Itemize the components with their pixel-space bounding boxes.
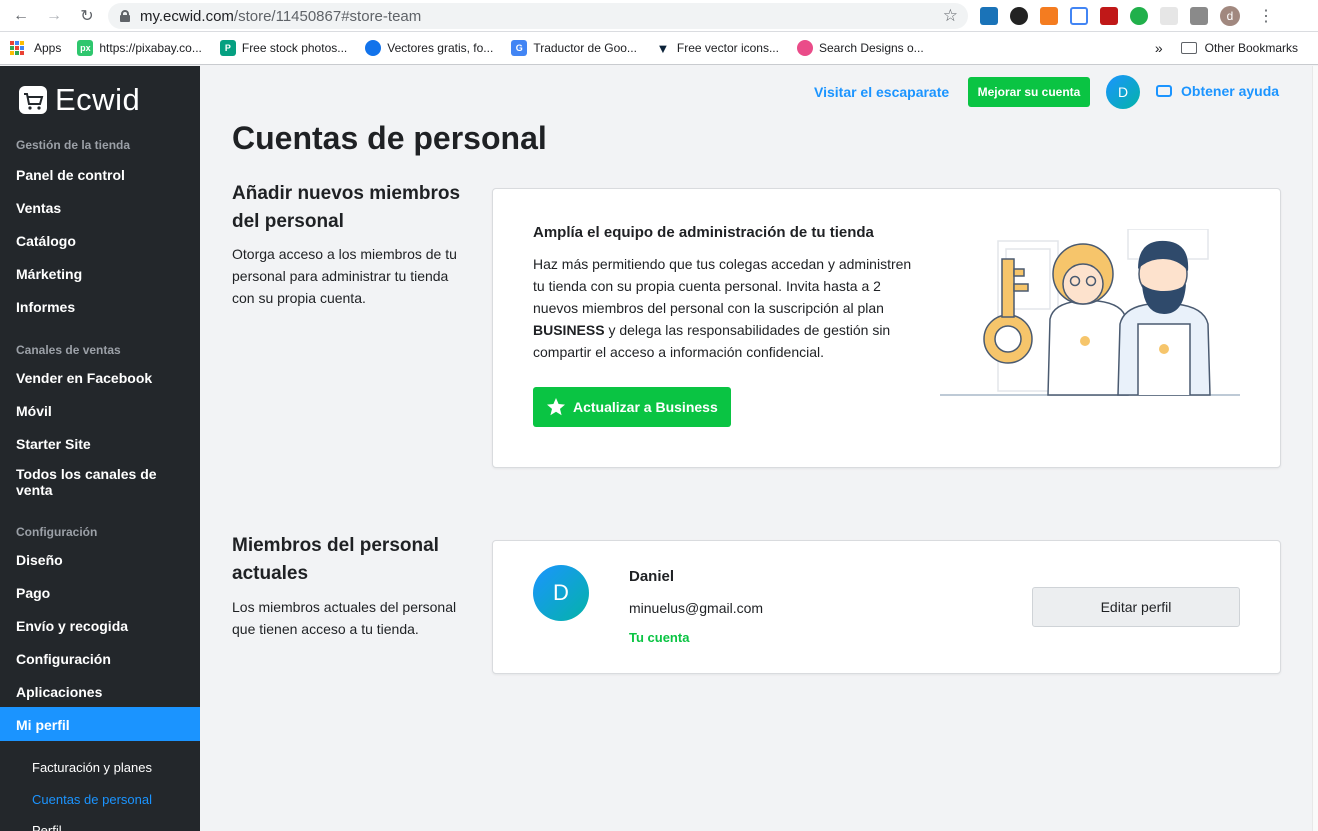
- extension-gear-icon[interactable]: [1160, 7, 1178, 25]
- member-tag: Tu cuenta: [629, 630, 690, 645]
- sidebar-item-dashboard[interactable]: Panel de control: [16, 167, 200, 183]
- member-email: minuelus@gmail.com: [629, 600, 764, 616]
- url-path: /store/11450867#store-team: [233, 7, 422, 25]
- sidebar-item-label: Mi perfil: [16, 717, 70, 733]
- apps-grid-icon: [10, 41, 24, 55]
- pixabay-icon: px: [77, 40, 94, 56]
- extension-k-icon[interactable]: [1010, 7, 1028, 25]
- menu-dots-icon[interactable]: ⋮: [1258, 6, 1274, 26]
- upgrade-account-button[interactable]: Mejorar su cuenta: [968, 77, 1090, 107]
- sidebar: Ecwid Gestión de la tienda Panel de cont…: [0, 66, 200, 831]
- other-bookmarks[interactable]: Other Bookmarks: [1205, 41, 1298, 55]
- extension-check-icon[interactable]: [1130, 7, 1148, 25]
- add-members-heading: Añadir nuevos miembros del personal: [232, 183, 461, 232]
- bookmark-label: Free vector icons...: [676, 41, 779, 55]
- bookmark-label: Free stock photos...: [241, 41, 348, 55]
- bookmark-star-icon[interactable]: ☆: [943, 6, 958, 26]
- bookmark-pixabay[interactable]: px https://pixabay.co...: [77, 40, 202, 56]
- sidebar-item-apps[interactable]: Aplicaciones: [16, 684, 200, 700]
- member-name: Daniel: [629, 568, 675, 585]
- sidebar-item-sales[interactable]: Ventas: [16, 200, 200, 216]
- add-members-description: Otorga acceso a los miembros de tu perso…: [232, 246, 457, 306]
- extension-icons: d ⋮: [980, 6, 1274, 26]
- member-card: D Daniel minuelus@gmail.com Tu cuenta Ed…: [492, 540, 1281, 674]
- sidebar-subitem-profile[interactable]: Perfil: [32, 823, 62, 831]
- user-avatar[interactable]: D: [1106, 75, 1140, 109]
- plan-name: BUSINESS: [533, 322, 605, 338]
- help-link[interactable]: Obtener ayuda: [1156, 83, 1279, 99]
- ecwid-logo[interactable]: Ecwid: [18, 82, 140, 118]
- bookmark-dribbble[interactable]: Search Designs o...: [796, 40, 924, 56]
- help-label: Obtener ayuda: [1181, 83, 1280, 99]
- sidebar-item-design[interactable]: Diseño: [16, 552, 200, 568]
- page-title: Cuentas de personal: [232, 120, 547, 156]
- members-heading: Miembros del personal actuales: [232, 535, 439, 584]
- upgrade-business-label: Actualizar a Business: [573, 399, 718, 415]
- bookmark-label: Search Designs o...: [818, 41, 924, 55]
- upgrade-business-button[interactable]: Actualizar a Business: [533, 387, 731, 427]
- bookmark-label: Apps: [34, 41, 62, 55]
- brand-name: Ecwid: [55, 82, 141, 117]
- bookmark-pexels[interactable]: P Free stock photos...: [219, 40, 348, 56]
- dribbble-icon: [796, 40, 813, 56]
- sidebar-subitem-staff[interactable]: Cuentas de personal: [32, 792, 152, 807]
- extension-s-icon[interactable]: [980, 7, 998, 25]
- cart-icon: [19, 86, 47, 114]
- sidebar-item-reports[interactable]: Informes: [16, 299, 200, 315]
- chat-icon: [1156, 85, 1172, 97]
- sidebar-item-payment[interactable]: Pago: [16, 585, 200, 601]
- reload-icon[interactable]: ↻: [76, 5, 98, 27]
- edit-profile-button[interactable]: Editar perfil: [1032, 587, 1240, 627]
- main-content: Visitar el escaparate Mejorar su cuenta …: [200, 66, 1312, 831]
- pexels-icon: P: [219, 40, 236, 56]
- scrollbar[interactable]: [1312, 66, 1318, 831]
- back-arrow-icon[interactable]: ←: [10, 5, 32, 27]
- flaticon-icon: ▼: [654, 40, 671, 56]
- extension-puzzle-icon[interactable]: [1190, 7, 1208, 25]
- members-description: Los miembros actuales del personal que t…: [232, 599, 457, 637]
- lock-icon: [120, 10, 130, 22]
- bookmark-label: Vectores gratis, fo...: [387, 41, 494, 55]
- section-title-channels: Canales de ventas: [16, 343, 121, 357]
- bookmarks-overflow-icon[interactable]: »: [1155, 40, 1163, 56]
- storefront-link[interactable]: Visitar el escaparate: [814, 84, 949, 100]
- extension-calendar-icon[interactable]: [1070, 7, 1088, 25]
- bookmark-label: https://pixabay.co...: [99, 41, 202, 55]
- sidebar-item-all-channels[interactable]: Todos los canales de venta: [16, 466, 176, 498]
- google-translate-icon: G: [511, 40, 528, 56]
- bookmarks-bar: Apps px https://pixabay.co... P Free sto…: [0, 32, 1318, 65]
- forward-arrow-icon[interactable]: →: [43, 5, 65, 27]
- sidebar-item-configuration[interactable]: Configuración: [16, 651, 200, 667]
- sidebar-item-shipping[interactable]: Envío y recogida: [16, 618, 200, 634]
- bookmark-label: Traductor de Goo...: [533, 41, 637, 55]
- team-illustration: [940, 229, 1240, 396]
- freepik-icon: [365, 40, 382, 56]
- bookmark-flaticon[interactable]: ▼ Free vector icons...: [654, 40, 779, 56]
- section-title-store: Gestión de la tienda: [16, 138, 131, 152]
- upgrade-card-text: Haz más permitiendo que tus colegas acce…: [533, 253, 923, 363]
- extension-chart-icon[interactable]: [1040, 7, 1058, 25]
- sidebar-item-starter-site[interactable]: Starter Site: [16, 436, 200, 452]
- member-avatar: D: [533, 565, 589, 621]
- card-text-part: Haz más permitiendo que tus colegas acce…: [533, 256, 912, 316]
- upgrade-card: Amplía el equipo de administración de tu…: [492, 188, 1281, 468]
- sidebar-subitem-billing[interactable]: Facturación y planes: [32, 760, 152, 775]
- browser-toolbar: ← → ↻ my.ecwid.com/store/11450867#store-…: [0, 0, 1318, 32]
- bookmark-freepik[interactable]: Vectores gratis, fo...: [365, 40, 493, 56]
- folder-icon: [1180, 42, 1197, 54]
- sidebar-item-facebook[interactable]: Vender en Facebook: [16, 370, 200, 386]
- star-icon: [547, 398, 565, 416]
- section-title-settings: Configuración: [16, 525, 98, 539]
- url-host: my.ecwid.com: [140, 7, 234, 25]
- address-bar[interactable]: my.ecwid.com/store/11450867#store-team ☆: [108, 3, 968, 29]
- upgrade-card-title: Amplía el equipo de administración de tu…: [533, 224, 874, 241]
- sidebar-item-catalog[interactable]: Catálogo: [16, 233, 200, 249]
- sidebar-item-mobile[interactable]: Móvil: [16, 403, 200, 419]
- extension-mcafee-icon[interactable]: [1100, 7, 1118, 25]
- bookmarks-right: » Other Bookmarks: [1155, 40, 1298, 56]
- bookmark-apps[interactable]: Apps: [10, 41, 61, 55]
- bookmark-translate[interactable]: G Traductor de Goo...: [511, 40, 637, 56]
- sidebar-item-marketing[interactable]: Márketing: [16, 266, 200, 282]
- profile-avatar[interactable]: d: [1220, 6, 1240, 26]
